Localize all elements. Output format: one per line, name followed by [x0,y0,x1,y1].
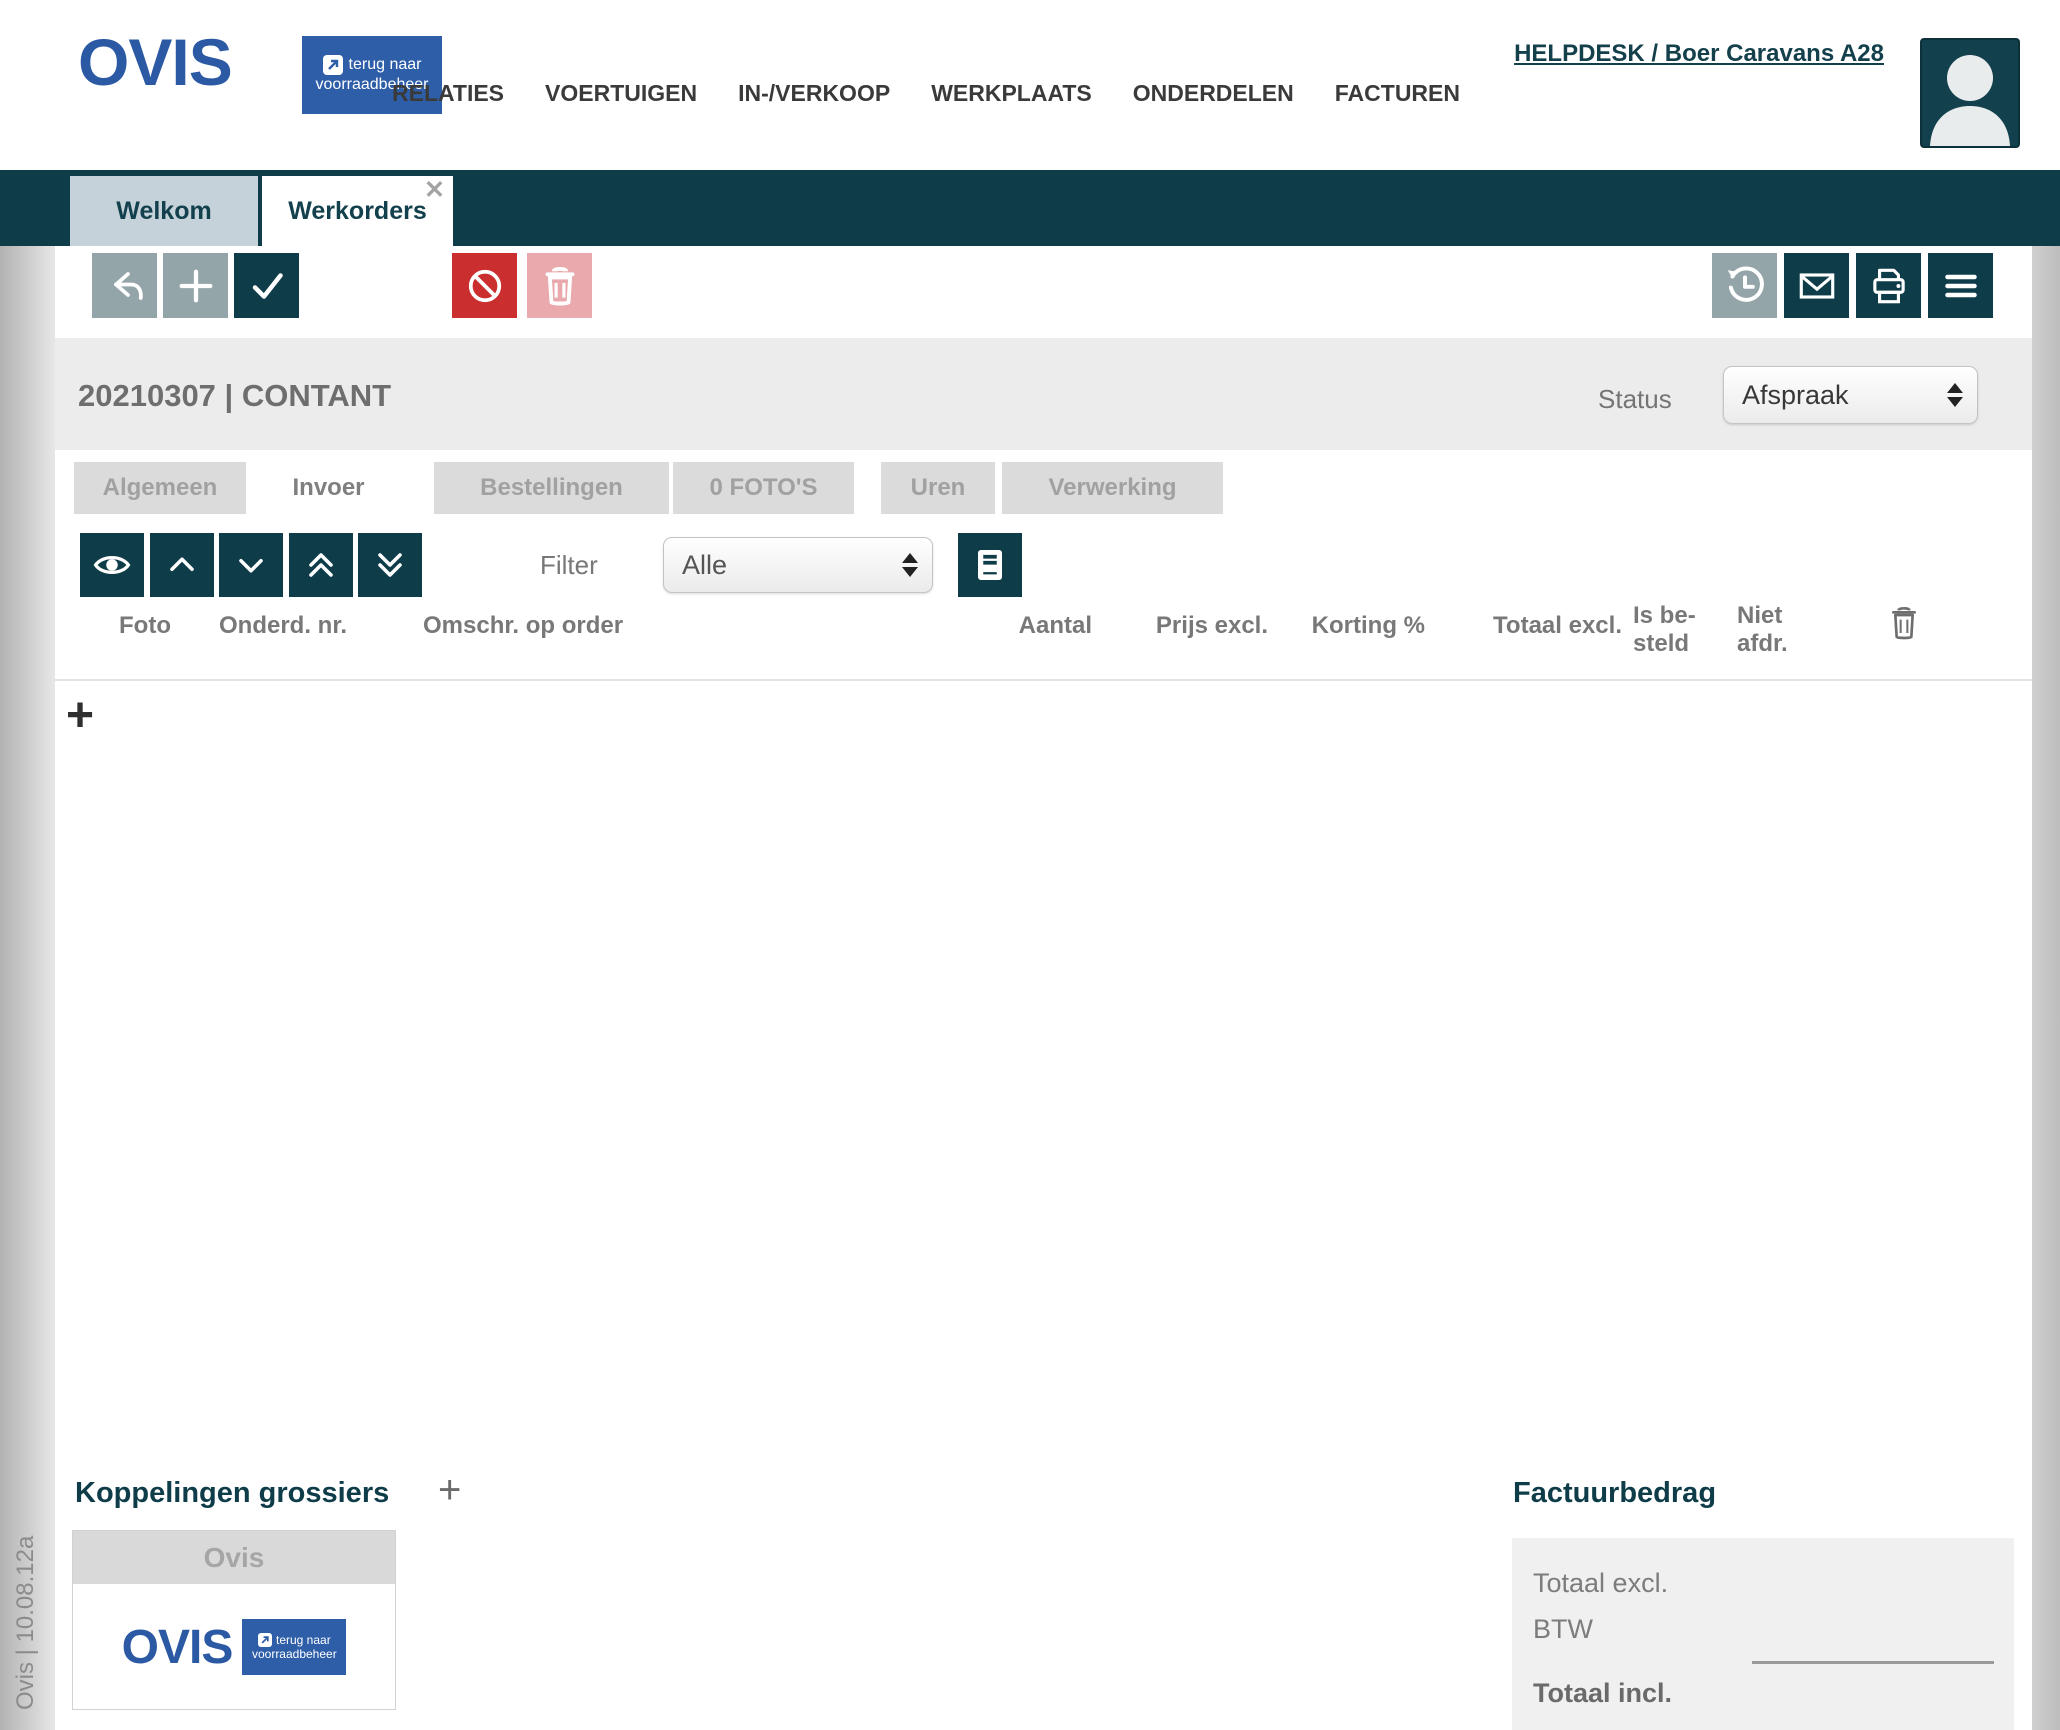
invoice-section-title: Factuurbedrag [1513,1477,1716,1510]
subtab-bestellingen[interactable]: Bestellingen [434,462,669,514]
col-header-onderd-nr: Onderd. nr. [219,612,379,640]
tab-bar: Welkom Werkorders ✕ [0,170,2060,246]
history-icon [1723,264,1767,308]
invoice-total-incl-label: Totaal incl. [1533,1678,1672,1709]
history-button[interactable] [1712,253,1777,318]
tab-werkorders[interactable]: Werkorders ✕ [262,176,453,246]
invoice-total-excl-label: Totaal excl. [1533,1568,1668,1599]
check-icon [246,265,288,307]
email-button[interactable] [1784,253,1849,318]
subtab-algemeen[interactable]: Algemeen [74,462,246,514]
person-icon [1922,40,2018,146]
col-header-is-besteld: Is be-steld [1633,602,1713,657]
nav-voertuigen[interactable]: VOERTUIGEN [545,80,697,107]
delete-order-button[interactable] [527,253,592,318]
ovis-logo: OVIS [122,1620,233,1675]
invoice-btw-label: BTW [1533,1614,1593,1645]
move-top-button[interactable] [289,533,353,597]
filter-select[interactable]: Alle [663,537,933,593]
eye-icon [89,542,135,588]
nav-facturen[interactable]: FACTUREN [1335,80,1460,107]
col-header-korting: Korting % [1287,612,1425,640]
trash-icon [540,265,580,307]
add-button[interactable] [163,253,228,318]
table-divider [55,679,2032,681]
chevron-down-icon [231,545,271,585]
nav-werkplaats[interactable]: WERKPLAATS [931,80,1092,107]
select-spinner-icon [902,553,918,577]
status-select[interactable]: Afspraak [1723,366,1978,424]
prohibition-icon [464,265,506,307]
terug-naar-voorraadbeheer-badge: terug naar voorraadbeheer [242,1619,346,1675]
col-header-niet-afdr: Niet afdr. [1737,602,1807,657]
trash-icon [1888,604,1920,642]
col-header-aantal: Aantal [990,612,1092,640]
grossiers-section-title: Koppelingen grossiers [75,1477,389,1510]
user-avatar[interactable] [1920,38,2020,148]
helpdesk-user-link[interactable]: HELPDESK / Boer Caravans A28 [1514,40,1884,68]
invoice-sum-line [1752,1661,1994,1664]
external-link-icon [323,55,343,75]
book-icon [969,544,1011,586]
chevron-up-icon [162,545,202,585]
double-chevron-up-icon [301,545,341,585]
subtab-invoer[interactable]: Invoer [250,462,407,514]
select-spinner-icon [1947,383,1963,407]
col-header-foto: Foto [110,612,180,640]
external-link-icon [258,1633,272,1647]
col-header-prijs-excl: Prijs excl. [1130,612,1268,640]
filter-label: Filter [540,550,598,581]
printer-icon [1867,264,1911,308]
move-down-button[interactable] [219,533,283,597]
col-header-totaal-excl: Totaal excl. [1457,612,1622,640]
col-header-omschr: Omschr. op order [423,612,683,640]
scrollbar-track[interactable] [2032,246,2060,1730]
grossier-card-title: Ovis [73,1531,395,1584]
badge-line1: terug naar [349,55,422,75]
nav-in-verkoop[interactable]: IN-/VERKOOP [738,80,890,107]
ovis-logo: OVIS [78,24,232,100]
move-up-button[interactable] [150,533,214,597]
status-label: Status [1598,384,1672,415]
catalog-button[interactable] [958,533,1022,597]
envelope-icon [1795,264,1839,308]
main-nav: RELATIES VOERTUIGEN IN-/VERKOOP WERKPLAA… [392,80,1460,107]
view-button[interactable] [80,533,144,597]
grossier-card-ovis[interactable]: Ovis OVIS terug naar voorraadbeheer [72,1530,396,1710]
subtab-verwerking[interactable]: Verwerking [1002,462,1223,514]
col-header-trash [1888,604,1920,647]
hamburger-icon [1940,265,1982,307]
order-title: 20210307 | CONTANT [78,378,391,414]
tab-welkom[interactable]: Welkom [70,176,258,246]
move-bottom-button[interactable] [358,533,422,597]
app-version-label: Ovis | 10.08.12a [12,1400,40,1710]
add-grossier-button[interactable]: + [438,1470,461,1510]
undo-button[interactable] [92,253,157,318]
double-chevron-down-icon [370,545,410,585]
werkorder-page: OVIS terug naar voorraadbeheer HELPDESK … [0,0,2060,1730]
undo-icon [104,265,146,307]
add-order-line-button[interactable]: + [66,692,94,740]
subtab-fotos[interactable]: 0 FOTO'S [673,462,854,514]
plus-icon [176,266,216,306]
nav-onderdelen[interactable]: ONDERDELEN [1133,80,1294,107]
nav-relaties[interactable]: RELATIES [392,80,504,107]
subtab-uren[interactable]: Uren [881,462,995,514]
save-confirm-button[interactable] [234,253,299,318]
menu-button[interactable] [1928,253,1993,318]
close-icon[interactable]: ✕ [424,178,445,203]
print-button[interactable] [1856,253,1921,318]
cancel-order-button[interactable] [452,253,517,318]
